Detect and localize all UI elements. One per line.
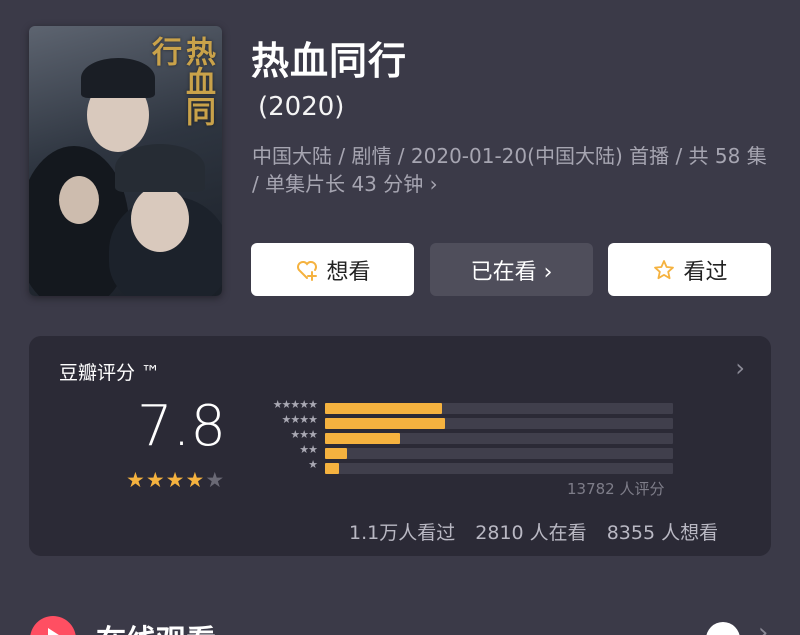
release-year: (2020) bbox=[258, 92, 345, 122]
star-filled-icon: ★ bbox=[185, 468, 206, 492]
watching-label: 已在看 › bbox=[470, 259, 553, 285]
platform-badge-icon bbox=[706, 622, 740, 635]
poster-hair bbox=[81, 58, 155, 98]
distribution-bar bbox=[325, 433, 400, 444]
distribution-star-label: ★★★★ bbox=[281, 413, 318, 426]
online-watch-title: 在线观看 bbox=[96, 616, 216, 635]
rating-stars: ★★★★★ bbox=[126, 468, 225, 492]
poster-image[interactable]: 热血同行 bbox=[29, 26, 222, 296]
audience-stats: 1.1万人看过 2810 人在看 8355 人想看 bbox=[349, 518, 732, 545]
star-empty-icon: ★ bbox=[205, 468, 226, 492]
distribution-bar bbox=[325, 403, 442, 414]
rating-count: 13782 人评分 bbox=[567, 480, 665, 498]
watched-button[interactable]: 看过 bbox=[608, 243, 771, 296]
star-filled-icon: ★ bbox=[145, 468, 166, 492]
distribution-track bbox=[325, 463, 673, 474]
star-outline-icon bbox=[651, 257, 677, 283]
want-count: 8355 人想看 bbox=[606, 522, 719, 544]
distribution-bar bbox=[325, 463, 339, 474]
distribution-track bbox=[325, 448, 673, 459]
want-to-watch-label: 想看 bbox=[326, 259, 371, 285]
rating-card-title: 豆瓣评分 ™ bbox=[59, 362, 161, 384]
star-filled-icon: ★ bbox=[126, 468, 146, 492]
poster-title-calligraphy: 热血同行 bbox=[146, 36, 215, 126]
chevron-right-icon[interactable]: › bbox=[758, 618, 768, 635]
poster-face bbox=[131, 186, 189, 252]
rating-card[interactable]: 豆瓣评分 ™ › 7.8 ★★★★★ ★★★★★ ★★★★ ★★★ ★★ ★ 13782… bbox=[29, 336, 771, 556]
poster-cap bbox=[115, 144, 205, 192]
distribution-bar bbox=[325, 418, 445, 429]
page-title: 热血同行 bbox=[251, 39, 408, 83]
distribution-track bbox=[325, 418, 673, 429]
watching-count: 2810 人在看 bbox=[475, 522, 587, 544]
watching-button[interactable]: 已在看 › bbox=[430, 243, 593, 296]
chevron-right-icon[interactable]: › bbox=[735, 354, 745, 382]
heart-plus-icon bbox=[294, 257, 320, 283]
show-meta-info[interactable]: 中国大陆 / 剧情 / 2020-01-20(中国大陆) 首播 / 共 58 集… bbox=[252, 142, 777, 198]
watched-count: 1.1万人看过 bbox=[349, 522, 456, 544]
distribution-bar bbox=[325, 448, 347, 459]
distribution-track bbox=[325, 403, 673, 414]
watched-label: 看过 bbox=[683, 259, 728, 285]
poster-face bbox=[59, 176, 99, 224]
distribution-star-label: ★★★ bbox=[290, 428, 318, 441]
rating-score: 7.8 bbox=[137, 394, 227, 459]
distribution-star-label: ★ bbox=[308, 458, 318, 471]
star-filled-icon: ★ bbox=[165, 468, 186, 492]
play-icon bbox=[30, 616, 76, 635]
want-to-watch-button[interactable]: 想看 bbox=[251, 243, 414, 296]
distribution-star-label: ★★ bbox=[299, 443, 318, 456]
distribution-track bbox=[325, 433, 673, 444]
online-watch-section[interactable]: 在线观看 › bbox=[30, 606, 800, 635]
distribution-star-label: ★★★★★ bbox=[272, 398, 318, 411]
